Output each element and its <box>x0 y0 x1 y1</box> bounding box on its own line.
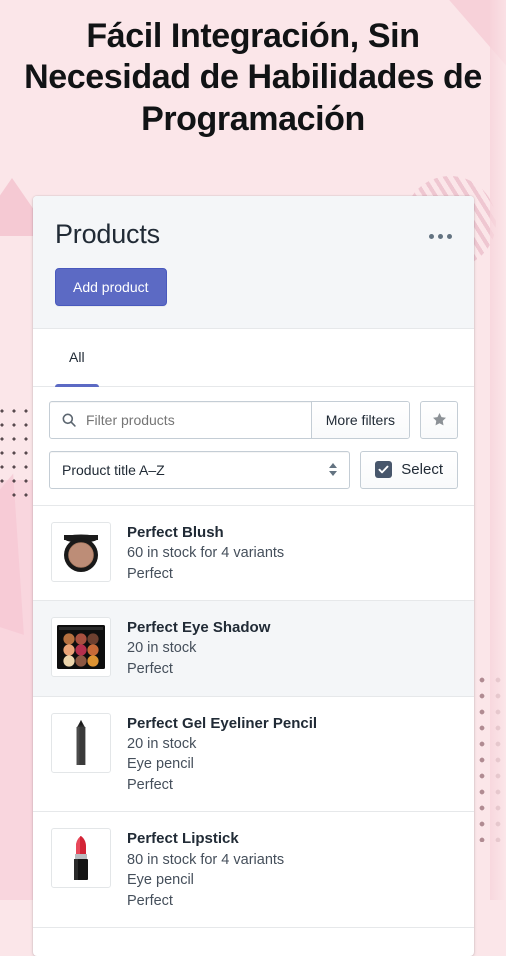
tab-all[interactable]: All <box>55 329 99 387</box>
search-box[interactable] <box>50 402 311 438</box>
checkmark-icon <box>378 465 389 474</box>
page-headline: Fácil Integración, Sin Necesidad de Habi… <box>24 17 482 138</box>
sort-select-value: Product title A–Z <box>62 461 165 478</box>
table-row[interactable]: Perfect Gel Eyeliner Pencil 20 in stock … <box>33 697 474 813</box>
search-input[interactable] <box>86 411 300 428</box>
select-button[interactable]: Select <box>360 450 458 489</box>
product-type: Eye pencil <box>127 756 194 773</box>
sort-select[interactable]: Product title A–Z <box>49 450 351 489</box>
product-stock: 60 in stock for 4 variants <box>127 544 285 561</box>
product-list: Perfect Blush 60 in stock for 4 variants… <box>33 505 474 929</box>
product-stock: 20 in stock <box>127 735 197 752</box>
tab-bar: All <box>33 328 474 387</box>
eyeshadow-palette-thumbnail <box>51 617 111 678</box>
table-row[interactable]: Perfect Eye Shadow 20 in stock Perfect <box>33 601 474 697</box>
product-type: Eye pencil <box>127 872 194 889</box>
page-title: Products <box>55 219 160 249</box>
table-row[interactable]: Perfect Blush 60 in stock for 4 variants… <box>33 506 474 602</box>
search-group: More filters <box>49 400 410 439</box>
tab-all-label: All <box>69 349 85 366</box>
product-title: Perfect Eye Shadow <box>127 619 271 637</box>
select-button-label: Select <box>401 461 443 479</box>
row-info: Perfect Blush 60 in stock for 4 variants… <box>127 522 284 584</box>
filter-bar: More filters Product title A–Z <box>33 387 474 506</box>
products-card: Products Add product All More filters <box>33 196 474 956</box>
product-title: Perfect Lipstick <box>127 830 239 848</box>
select-spinner-icon <box>329 463 338 477</box>
row-info: Perfect Gel Eyeliner Pencil 20 in stock … <box>127 713 317 796</box>
eyeliner-pencil-thumbnail <box>51 712 111 773</box>
product-title: Perfect Blush <box>127 523 224 541</box>
product-stock: 20 in stock <box>127 640 197 657</box>
search-icon <box>62 413 76 427</box>
star-icon <box>432 413 446 426</box>
card-header: Products Add product <box>33 196 474 329</box>
product-title: Perfect Gel Eyeliner Pencil <box>127 714 318 732</box>
select-checkbox[interactable] <box>375 461 393 479</box>
product-stock: 80 in stock for 4 variants <box>127 851 285 868</box>
blush-compact-thumbnail <box>51 521 111 582</box>
add-product-button[interactable]: Add product <box>55 267 167 306</box>
ellipsis-horizontal-icon[interactable] <box>429 234 452 239</box>
saved-search-button[interactable] <box>420 400 458 439</box>
product-vendor: Perfect <box>127 660 173 677</box>
product-vendor: Perfect <box>127 565 173 582</box>
row-info: Perfect Lipstick 80 in stock for 4 varia… <box>127 828 284 911</box>
more-filters-button[interactable]: More filters <box>310 401 409 438</box>
product-vendor: Perfect <box>127 892 173 909</box>
row-info: Perfect Eye Shadow 20 in stock Perfect <box>127 617 270 679</box>
lipstick-thumbnail <box>51 828 111 889</box>
product-vendor: Perfect <box>127 776 173 793</box>
table-row[interactable]: Perfect Lipstick 80 in stock for 4 varia… <box>33 812 474 929</box>
